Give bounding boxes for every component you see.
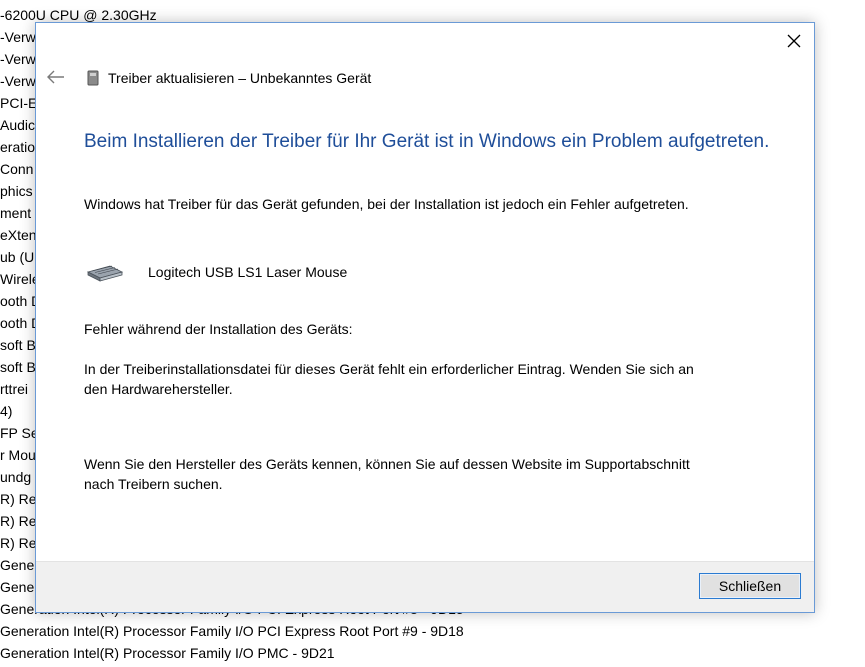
device-list-item[interactable]: FP Se: [0, 422, 39, 444]
device-list-item[interactable]: undg: [0, 466, 31, 488]
device-list-item[interactable]: 4): [0, 400, 12, 422]
device-list-item[interactable]: Audic: [0, 114, 35, 136]
dialog-title-bar: Treiber aktualisieren – Unbekanntes Gerä…: [86, 68, 371, 88]
intro-text: Windows hat Treiber für das Gerät gefund…: [84, 196, 689, 212]
device-list-item[interactable]: r Mou: [0, 444, 36, 466]
support-hint: Wenn Sie den Hersteller des Geräts kenne…: [84, 456, 690, 492]
device-list-item[interactable]: PCI-E: [0, 92, 37, 114]
device-icon: [87, 70, 99, 86]
close-icon: [787, 34, 801, 48]
error-headline: Beim Installieren der Treiber für Ihr Ge…: [84, 131, 770, 152]
device-list-item[interactable]: -Verw: [0, 70, 36, 92]
device-list-item[interactable]: -Verw: [0, 26, 36, 48]
back-button[interactable]: [44, 65, 68, 89]
device-list-item[interactable]: Gener: [0, 554, 39, 576]
device-list-item[interactable]: Gener: [0, 576, 39, 598]
close-button[interactable]: Schließen: [699, 573, 801, 599]
device-list-item[interactable]: soft B: [0, 334, 36, 356]
close-window-button[interactable]: [780, 27, 808, 55]
update-driver-dialog: Treiber aktualisieren – Unbekanntes Gerä…: [35, 22, 815, 613]
device-name: Logitech USB LS1 Laser Mouse: [148, 264, 348, 280]
error-detail: In der Treiberinstallationsdatei für die…: [84, 361, 694, 397]
device-list-item[interactable]: eXten: [0, 224, 37, 246]
device-list-item[interactable]: Generation Intel(R) Processor Family I/O…: [0, 642, 335, 664]
mouse-device-icon: [86, 265, 124, 282]
dialog-title: Treiber aktualisieren – Unbekanntes Gerä…: [108, 70, 372, 86]
device-row: Logitech USB LS1 Laser Mouse: [84, 255, 347, 289]
device-list-item[interactable]: rttrei: [0, 378, 28, 400]
device-list-item[interactable]: -Verw: [0, 48, 36, 70]
back-arrow-icon: [47, 70, 64, 84]
device-list-item[interactable]: eratio: [0, 136, 35, 158]
device-list-item[interactable]: Generation Intel(R) Processor Family I/O…: [0, 620, 464, 642]
dialog-footer: Schließen: [36, 561, 814, 612]
device-list-item[interactable]: ment: [0, 202, 31, 224]
error-label: Fehler während der Installation des Gerä…: [84, 321, 353, 337]
device-list-item[interactable]: Conn: [0, 158, 33, 180]
device-list-item[interactable]: soft B: [0, 356, 36, 378]
